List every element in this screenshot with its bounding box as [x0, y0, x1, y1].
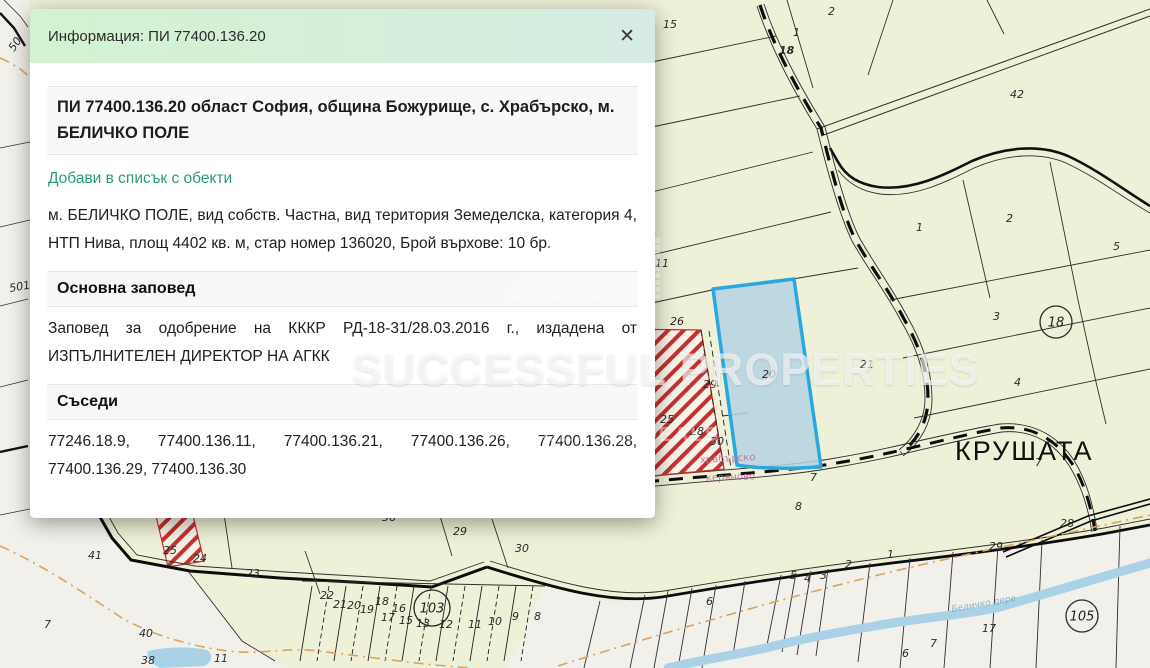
parcel-number-label: 2: [828, 5, 835, 18]
parcel-number-label: 5: [790, 569, 797, 582]
parcel-number-label: 6: [706, 595, 713, 608]
parcel-number-label: 21: [860, 358, 874, 371]
parcel-number-label: 22: [320, 589, 334, 602]
parcel-number-label: 21: [333, 598, 347, 611]
parcel-number-label: 4: [804, 572, 811, 585]
dialog-header: Информация: ПИ 77400.136.20 ✕: [30, 9, 655, 63]
parcel-number-label: 3: [993, 310, 1000, 323]
place-label-krushata: КРУШАТА: [955, 436, 1094, 466]
parcel-number-label: 11: [214, 652, 228, 665]
parcel-number-label: 8: [795, 500, 802, 513]
parcel-number-label: 24: [193, 552, 207, 565]
massif-number: 18: [1048, 316, 1065, 331]
parcel-number-label: 12: [439, 618, 453, 631]
dialog-title: Информация: ПИ 77400.136.20: [48, 28, 266, 45]
parcel-title: ПИ 77400.136.20 област София, община Бож…: [47, 86, 638, 155]
parcel-number-label: 25: [163, 544, 177, 557]
parcel-number-label: 18: [779, 44, 795, 57]
parcel-number-label: 7: [44, 618, 51, 631]
parcel-number-label: 4: [1014, 376, 1021, 389]
parcel-number-label: 11: [468, 618, 482, 631]
parcel-number-label: 28: [690, 425, 704, 438]
parcel-number-label: 9: [512, 610, 519, 623]
parcel-number-label: 28: [1060, 517, 1074, 530]
massif-number: 105: [1070, 610, 1095, 625]
parcel-number-label: 1: [887, 548, 894, 561]
parcel-number-label: 1: [916, 221, 923, 234]
parcel-number-label: 30: [710, 435, 724, 448]
parcel-number-label: 38: [141, 654, 155, 667]
section-heading-neighbours: Съседи: [47, 384, 638, 420]
parcel-number-label: 17: [982, 622, 996, 635]
parcel-number-label: 29: [453, 525, 467, 538]
parcel-number-label: 42: [1010, 88, 1024, 101]
parcel-number-label: 41: [88, 549, 102, 562]
section-heading-order: Основна заповед: [47, 271, 638, 307]
parcel-number-label: 25: [660, 413, 674, 426]
parcel-info-dialog: Информация: ПИ 77400.136.20 ✕ ПИ 77400.1…: [30, 9, 655, 518]
parcel-number-label: 1: [793, 26, 800, 39]
pond: [148, 647, 212, 668]
massif-number: 103: [420, 602, 445, 617]
close-icon[interactable]: ✕: [617, 23, 637, 50]
parcel-number-label: 7: [810, 471, 817, 484]
parcel-number-label: 8: [534, 610, 541, 623]
parcel-number-label: 11: [655, 257, 669, 270]
parcel-number-label: 30: [515, 542, 529, 555]
parcel-number-label: 20: [762, 368, 776, 381]
parcel-number-label: 20: [347, 599, 361, 612]
parcel-number-label: 15: [399, 614, 413, 627]
dialog-body: ПИ 77400.136.20 област София, община Бож…: [30, 86, 655, 484]
parcel-number-label: 7: [930, 637, 937, 650]
road-label-keryanovo: керяново: [706, 471, 756, 484]
parcel-number-label: 40: [139, 627, 153, 640]
parcel-number-label: 2: [845, 558, 852, 571]
parcel-number-label: 26: [670, 315, 684, 328]
parcel-number-label: 15: [663, 18, 677, 31]
parcel-number-label: 29: [703, 378, 717, 391]
parcel-number-label: 10: [488, 615, 502, 628]
parcel-number-label: 2: [1006, 212, 1013, 225]
order-text: Заповед за одобрение на КККР РД-18-31/28…: [48, 315, 637, 370]
parcel-number-label: 3: [820, 569, 827, 582]
parcel-number-label: 5: [1113, 240, 1120, 253]
parcel-number-label: 19: [360, 603, 374, 616]
parcel-number-label: 23: [246, 567, 260, 580]
parcel-number-label: 29: [989, 540, 1003, 553]
parcel-details-text: м. БЕЛИЧКО ПОЛЕ, вид собств. Частна, вид…: [48, 202, 637, 257]
screenshot-stage: 18103105 1521184212511262120292528303477…: [0, 0, 1150, 668]
add-to-list-link[interactable]: Добави в списък с обекти: [48, 170, 232, 188]
parcel-number-label: 13: [416, 617, 430, 630]
parcel-number-label: 6: [902, 647, 909, 660]
parcel-number-label: 18: [375, 595, 389, 608]
neighbours-text: 77246.18.9, 77400.136.11, 77400.136.21, …: [48, 428, 637, 483]
